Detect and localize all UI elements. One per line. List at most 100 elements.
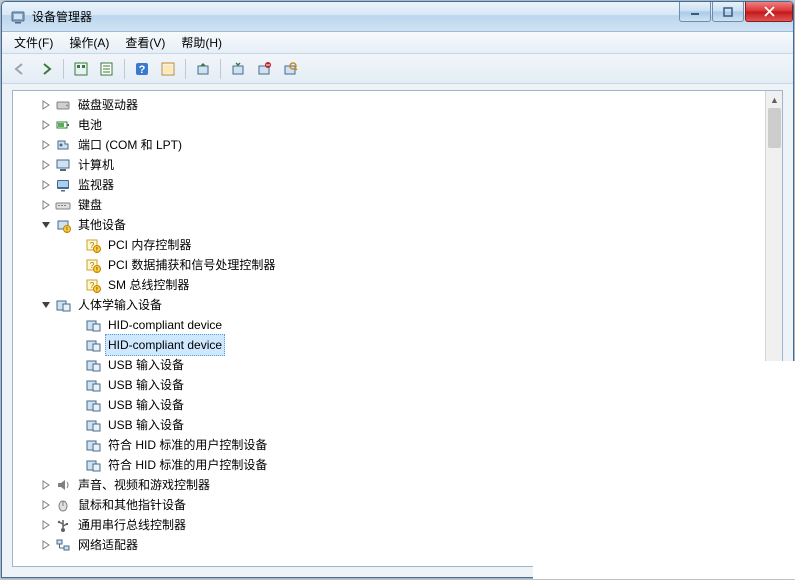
- tree-label[interactable]: 端口 (COM 和 LPT): [75, 134, 185, 156]
- hid-device-icon: [85, 437, 101, 453]
- tree-category: 键盘: [13, 195, 765, 215]
- monitor-icon: [55, 177, 71, 193]
- hid-device-icon: [85, 337, 101, 353]
- tree-row[interactable]: 人体学输入设备: [13, 295, 765, 315]
- tree-label[interactable]: PCI 内存控制器: [105, 234, 194, 256]
- tree-label[interactable]: HID-compliant device: [105, 334, 225, 356]
- properties-button[interactable]: [95, 57, 119, 81]
- tree-row[interactable]: !其他设备: [13, 215, 765, 235]
- expand-toggle-icon[interactable]: [39, 478, 53, 492]
- tree-row[interactable]: 端口 (COM 和 LPT): [13, 135, 765, 155]
- expand-toggle-icon[interactable]: [39, 138, 53, 152]
- expand-toggle-icon[interactable]: [39, 498, 53, 512]
- tree-label[interactable]: 键盘: [75, 194, 105, 216]
- tree-row[interactable]: ?!PCI 数据捕获和信号处理控制器: [13, 255, 765, 275]
- tree-item: ?!PCI 内存控制器: [13, 235, 765, 255]
- unknown-device-icon: ?!: [85, 277, 101, 293]
- menu-file[interactable]: 文件(F): [6, 32, 61, 53]
- tree-category: 电池: [13, 115, 765, 135]
- tree-label[interactable]: USB 输入设备: [105, 374, 187, 396]
- tree-label[interactable]: 人体学输入设备: [75, 294, 165, 316]
- disable-button[interactable]: [252, 57, 276, 81]
- scan-hardware-button[interactable]: [278, 57, 302, 81]
- minimize-button[interactable]: [679, 2, 711, 22]
- hid-device-icon: [85, 357, 101, 373]
- tree-label[interactable]: 通用串行总线控制器: [75, 514, 189, 536]
- toolbar-separator: [185, 59, 186, 79]
- expand-toggle-icon[interactable]: [39, 198, 53, 212]
- hid-device-icon: [85, 317, 101, 333]
- unknown-device-icon: ?!: [85, 237, 101, 253]
- tree-label[interactable]: 电池: [75, 114, 105, 136]
- forward-button[interactable]: [34, 57, 58, 81]
- expand-toggle-icon[interactable]: [39, 98, 53, 112]
- scroll-up-arrow[interactable]: ▲: [766, 91, 783, 108]
- help-button[interactable]: ?: [130, 57, 154, 81]
- maximize-button[interactable]: [712, 2, 744, 22]
- tree-row[interactable]: HID-compliant device: [13, 315, 765, 335]
- tree-label[interactable]: 监视器: [75, 174, 117, 196]
- tree-row[interactable]: 计算机: [13, 155, 765, 175]
- network-icon: [55, 537, 71, 553]
- expand-toggle-icon[interactable]: [39, 178, 53, 192]
- disk-drive-icon: [55, 97, 71, 113]
- update-driver-button[interactable]: [191, 57, 215, 81]
- menu-help[interactable]: 帮助(H): [173, 32, 230, 53]
- menubar: 文件(F) 操作(A) 查看(V) 帮助(H): [2, 32, 793, 54]
- tree-label[interactable]: PCI 数据捕获和信号处理控制器: [105, 254, 278, 276]
- tree-row[interactable]: 磁盘驱动器: [13, 95, 765, 115]
- tree-category: 计算机: [13, 155, 765, 175]
- tree-label[interactable]: 声音、视频和游戏控制器: [75, 474, 213, 496]
- titlebar[interactable]: 设备管理器: [2, 2, 793, 32]
- tree-row[interactable]: 电池: [13, 115, 765, 135]
- svg-text:?: ?: [139, 64, 146, 76]
- hid-icon: [55, 297, 71, 313]
- tree-row[interactable]: ?!SM 总线控制器: [13, 275, 765, 295]
- tree-label[interactable]: 计算机: [75, 154, 117, 176]
- tree-row[interactable]: HID-compliant device: [13, 335, 765, 355]
- show-hidden-button[interactable]: [69, 57, 93, 81]
- back-button[interactable]: [8, 57, 32, 81]
- tree-item: HID-compliant device: [13, 335, 765, 355]
- keyboard-icon: [55, 197, 71, 213]
- hid-device-icon: [85, 397, 101, 413]
- tree-label[interactable]: 符合 HID 标准的用户控制设备: [105, 454, 270, 476]
- tree-row[interactable]: 监视器: [13, 175, 765, 195]
- expand-toggle-icon[interactable]: [39, 538, 53, 552]
- tree-label[interactable]: 磁盘驱动器: [75, 94, 141, 116]
- collapse-toggle-icon[interactable]: [39, 218, 53, 232]
- computer-icon: [55, 157, 71, 173]
- tree-label[interactable]: 其他设备: [75, 214, 129, 236]
- tree-label[interactable]: USB 输入设备: [105, 394, 187, 416]
- tree-label[interactable]: 鼠标和其他指针设备: [75, 494, 189, 516]
- tree-row[interactable]: 键盘: [13, 195, 765, 215]
- tree-label[interactable]: 符合 HID 标准的用户控制设备: [105, 434, 270, 456]
- battery-icon: [55, 117, 71, 133]
- tree-row[interactable]: ?!PCI 内存控制器: [13, 235, 765, 255]
- tree-category: 磁盘驱动器: [13, 95, 765, 115]
- collapse-toggle-icon[interactable]: [39, 298, 53, 312]
- menu-action[interactable]: 操作(A): [61, 32, 117, 53]
- ports-icon: [55, 137, 71, 153]
- tree-label[interactable]: USB 输入设备: [105, 354, 187, 376]
- tree-category: 监视器: [13, 175, 765, 195]
- scroll-thumb[interactable]: [768, 108, 781, 148]
- tree-label[interactable]: 网络适配器: [75, 534, 141, 556]
- refresh-button[interactable]: [156, 57, 180, 81]
- tree-label[interactable]: SM 总线控制器: [105, 274, 192, 296]
- tree-label[interactable]: HID-compliant device: [105, 314, 225, 336]
- tree-label[interactable]: USB 输入设备: [105, 414, 187, 436]
- mouse-icon: [55, 497, 71, 513]
- uninstall-button[interactable]: [226, 57, 250, 81]
- tree-category: 端口 (COM 和 LPT): [13, 135, 765, 155]
- hid-device-icon: [85, 377, 101, 393]
- expand-toggle-icon[interactable]: [39, 118, 53, 132]
- toolbar-separator: [220, 59, 221, 79]
- tree-category: !其他设备?!PCI 内存控制器?!PCI 数据捕获和信号处理控制器?!SM 总…: [13, 215, 765, 295]
- tree-item: HID-compliant device: [13, 315, 765, 335]
- expand-toggle-icon[interactable]: [39, 158, 53, 172]
- window-buttons: [678, 2, 793, 22]
- menu-view[interactable]: 查看(V): [117, 32, 173, 53]
- expand-toggle-icon[interactable]: [39, 518, 53, 532]
- close-button[interactable]: [745, 2, 793, 22]
